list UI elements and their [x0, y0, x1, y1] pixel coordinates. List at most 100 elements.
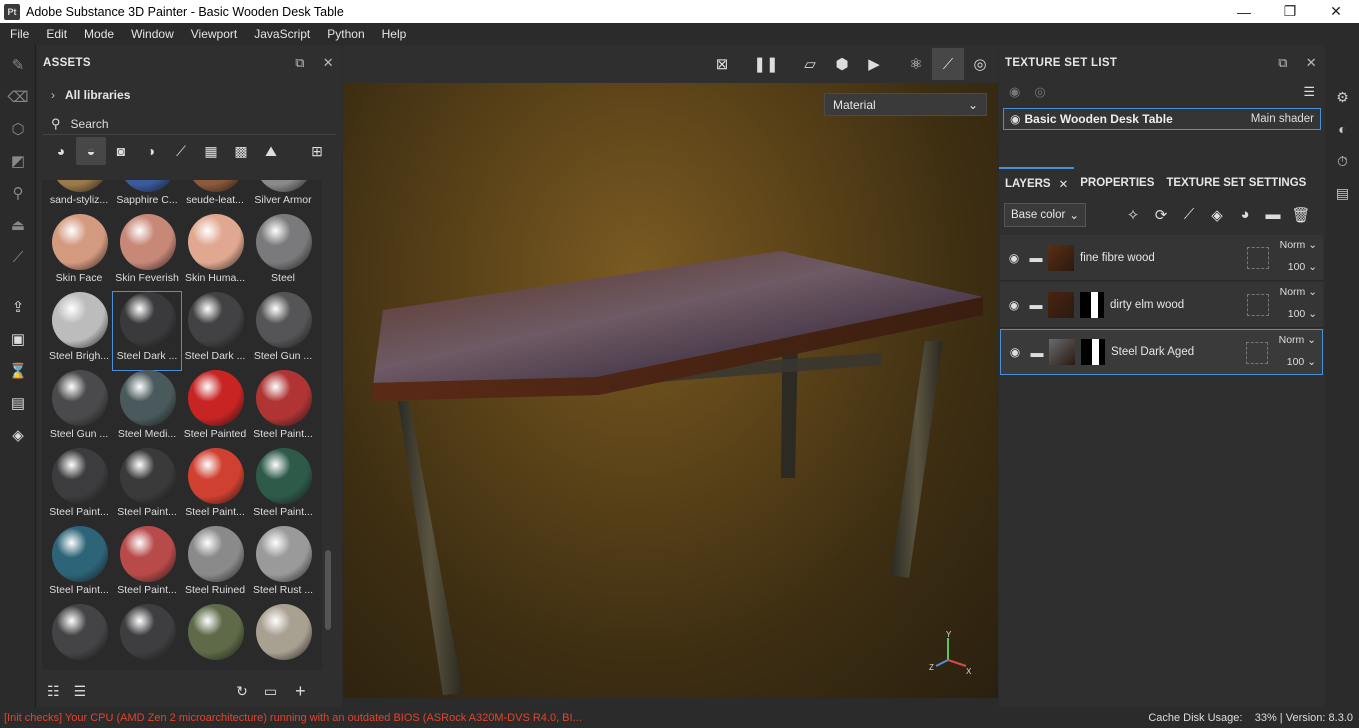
- history-icon[interactable]: ⏱: [1326, 145, 1359, 177]
- camera-icon[interactable]: ▶: [858, 48, 890, 80]
- asset-thumbnail[interactable]: seude-leat...: [181, 180, 249, 214]
- display-settings-icon[interactable]: ◐: [1326, 113, 1359, 145]
- blend-mode[interactable]: Norm ⌄: [1277, 239, 1317, 251]
- asset-thumbnail[interactable]: Steel Paint...: [45, 448, 113, 526]
- layer-row[interactable]: ◉ ▬ fine fibre wood Norm ⌄ 100 ⌄: [1000, 235, 1323, 281]
- asset-thumbnail[interactable]: Steel Brigh...: [45, 292, 113, 370]
- paint-brush-icon[interactable]: ✎: [0, 49, 36, 81]
- close-panel-icon[interactable]: ✕: [1306, 55, 1317, 71]
- asset-thumbnail[interactable]: Steel Dark ...: [181, 292, 249, 370]
- history-icon[interactable]: ⌛: [0, 355, 36, 387]
- smart-materials-filter-icon[interactable]: ◒: [76, 137, 106, 165]
- menu-mode[interactable]: Mode: [78, 27, 120, 41]
- menu-help[interactable]: Help: [376, 27, 413, 41]
- asset-thumbnail[interactable]: Steel Paint...: [113, 448, 181, 526]
- layer-slot[interactable]: [1247, 294, 1269, 316]
- close-panel-icon[interactable]: ✕: [323, 55, 334, 71]
- textures-filter-icon[interactable]: ▦: [196, 137, 226, 165]
- texture-set-settings-icon[interactable]: ⚙: [1326, 81, 1359, 113]
- asset-thumbnail[interactable]: [249, 604, 317, 670]
- shader-name[interactable]: Main shader: [1251, 113, 1314, 125]
- bake-icon[interactable]: ▣: [0, 323, 36, 355]
- asset-thumbnail[interactable]: [45, 604, 113, 670]
- pause-icon[interactable]: ❚❚: [750, 48, 782, 80]
- asset-thumbnail[interactable]: Steel Gun ...: [45, 370, 113, 448]
- menu-file[interactable]: File: [4, 27, 35, 41]
- texture-set-row[interactable]: ◉ Basic Wooden Desk Table Main shader: [1003, 108, 1321, 130]
- clone-stamp-icon[interactable]: ⏏: [0, 209, 36, 241]
- maximize-button[interactable]: ❐: [1267, 0, 1313, 23]
- menu-python[interactable]: Python: [321, 27, 370, 41]
- asset-thumbnail[interactable]: [181, 604, 249, 670]
- eraser-icon[interactable]: ⌫: [0, 81, 36, 113]
- assets-scrollbar[interactable]: [325, 550, 331, 630]
- shelf-icon[interactable]: ◈: [0, 419, 36, 451]
- color-picker-icon[interactable]: ⟋: [0, 241, 36, 273]
- float-panel-icon[interactable]: ⧉: [1278, 55, 1288, 71]
- blend-mode[interactable]: Norm ⌄: [1277, 286, 1317, 298]
- blend-mode[interactable]: Norm ⌄: [1276, 334, 1316, 346]
- close-tab-icon[interactable]: ✕: [1059, 177, 1069, 191]
- asset-thumbnail[interactable]: Steel Rust ...: [249, 526, 317, 604]
- asset-thumbnail[interactable]: Skin Face: [45, 214, 113, 292]
- asset-thumbnail[interactable]: Steel Painted: [181, 370, 249, 448]
- projection-icon[interactable]: ⬡: [0, 113, 36, 145]
- add-smart-material-icon[interactable]: ◕: [1231, 206, 1259, 224]
- 3d-viewport[interactable]: ⊠ ❚❚ ▱ ⬢ ▶ ⚛ ⟋ ◎ Material ⌄ Y Z X: [343, 45, 998, 698]
- delete-layer-icon[interactable]: 🗑: [1287, 206, 1315, 224]
- eye-icon[interactable]: ◉: [1002, 298, 1026, 312]
- mask-thumbnail[interactable]: [1081, 339, 1105, 365]
- symmetry-icon[interactable]: ⚛: [900, 48, 932, 80]
- smudge-icon[interactable]: ⚲: [0, 177, 36, 209]
- eye-icon[interactable]: ◉: [1003, 345, 1027, 359]
- opacity[interactable]: 100 ⌄: [1277, 308, 1317, 320]
- list-view-icon[interactable]: ☷: [47, 683, 60, 700]
- asset-thumbnail[interactable]: Steel Paint...: [249, 370, 317, 448]
- refresh-icon[interactable]: ↻: [236, 683, 248, 700]
- tab-texture-set-settings[interactable]: TEXTURE SET SETTINGS: [1160, 167, 1312, 199]
- tab-layers[interactable]: LAYERS ✕: [999, 167, 1075, 199]
- alphas-filter-icon[interactable]: ▩: [226, 137, 256, 165]
- layer-row[interactable]: ◉ ▬ dirty elm wood Norm ⌄ 100 ⌄: [1000, 282, 1323, 328]
- opacity[interactable]: 100 ⌄: [1277, 261, 1317, 273]
- environments-filter-icon[interactable]: ⛰: [256, 137, 286, 165]
- paint-mode-icon[interactable]: ⟋: [932, 48, 964, 80]
- assets-search-field[interactable]: ⚲ Search: [43, 113, 336, 135]
- opacity[interactable]: 100 ⌄: [1276, 356, 1316, 368]
- close-button[interactable]: ✕: [1313, 0, 1359, 23]
- asset-thumbnail[interactable]: Steel Paint...: [181, 448, 249, 526]
- add-effect-icon[interactable]: ✧: [1119, 206, 1147, 224]
- brushes-filter-icon[interactable]: ⟋: [166, 137, 196, 165]
- asset-thumbnail[interactable]: Steel Medi...: [113, 370, 181, 448]
- asset-thumbnail[interactable]: Steel: [249, 214, 317, 292]
- grid-view-icon[interactable]: ⊞: [302, 137, 332, 165]
- add-mask-icon[interactable]: ⟳: [1147, 206, 1175, 224]
- menu-javascript[interactable]: JavaScript: [248, 27, 316, 41]
- screenshot-icon[interactable]: ◎: [964, 48, 996, 80]
- float-panel-icon[interactable]: ⧉: [295, 55, 305, 71]
- log-icon[interactable]: ▤: [1326, 177, 1359, 209]
- menu-window[interactable]: Window: [125, 27, 180, 41]
- filter-list-icon[interactable]: ☰: [74, 683, 87, 700]
- polygon-fill-icon[interactable]: ◩: [0, 145, 36, 177]
- generators-filter-icon[interactable]: ◑: [136, 137, 166, 165]
- asset-thumbnail[interactable]: Steel Dark ...: [112, 291, 182, 371]
- asset-thumbnail[interactable]: Skin Huma...: [181, 214, 249, 292]
- asset-thumbnail[interactable]: Steel Paint...: [45, 526, 113, 604]
- display-settings-icon[interactable]: ▤: [0, 387, 36, 419]
- menu-viewport[interactable]: Viewport: [185, 27, 243, 41]
- hide-ui-icon[interactable]: ⊠: [706, 48, 738, 80]
- asset-thumbnail[interactable]: Skin Feverish: [113, 214, 181, 292]
- selection-mode-icon[interactable]: ▱: [794, 48, 826, 80]
- menu-icon[interactable]: ☰: [1303, 84, 1315, 100]
- add-fill-layer-icon[interactable]: ◈: [1203, 206, 1231, 224]
- asset-thumbnail[interactable]: sand-styliz...: [45, 180, 113, 214]
- asset-thumbnail[interactable]: Silver Armor: [249, 180, 317, 214]
- asset-thumbnail[interactable]: Steel Paint...: [249, 448, 317, 526]
- asset-thumbnail[interactable]: Sapphire C...: [113, 180, 181, 214]
- export-icon[interactable]: ⇪: [0, 291, 36, 323]
- folder-icon[interactable]: ▭: [264, 683, 277, 700]
- menu-edit[interactable]: Edit: [40, 27, 73, 41]
- layer-slot[interactable]: [1246, 342, 1268, 364]
- eye-icon[interactable]: ◉: [1010, 112, 1020, 126]
